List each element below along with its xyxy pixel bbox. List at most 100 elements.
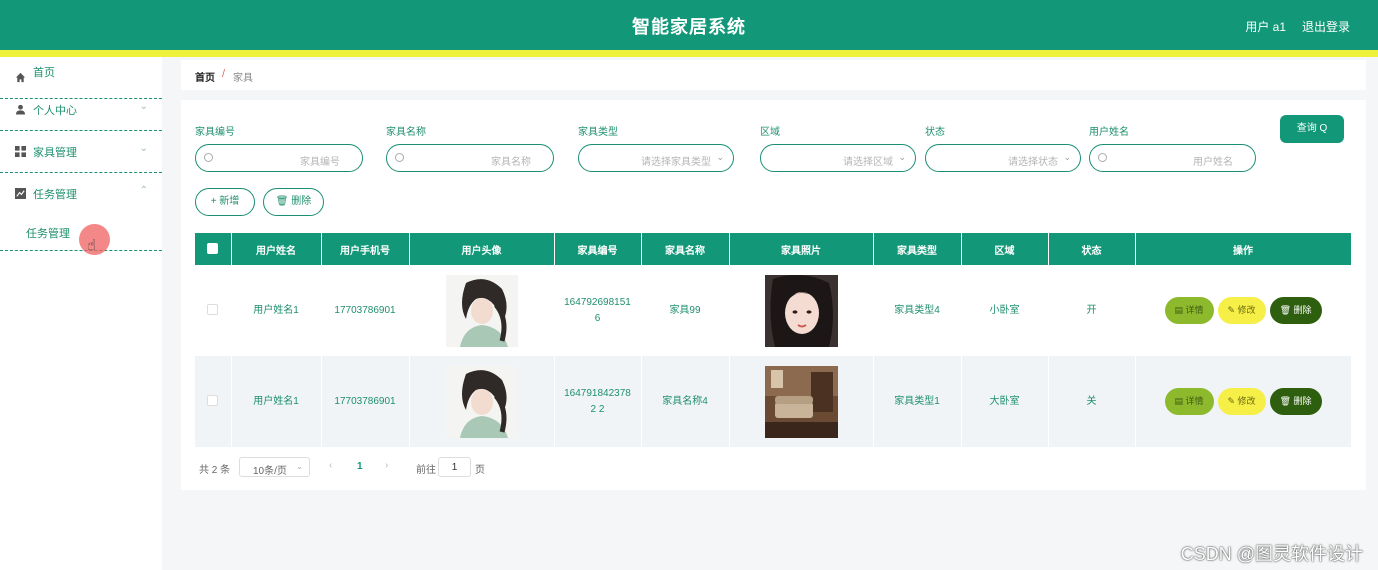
sidebar-item-tasks[interactable]: 任务管理 ⌃ bbox=[0, 173, 162, 215]
batch-delete-button[interactable]: 🗑 删除 bbox=[263, 188, 324, 216]
edit-button[interactable]: ✎ 修改 bbox=[1217, 297, 1266, 324]
status-select[interactable]: 请选择状态 ⌄ bbox=[925, 144, 1081, 172]
sidebar: 首页 个人中心 ⌄ 家具管理 ⌄ 任务管理 ⌃ 任务管理 bbox=[0, 57, 162, 570]
placeholder: 请选择状态 bbox=[1008, 157, 1058, 168]
prev-page-icon[interactable]: ‹ bbox=[329, 460, 332, 471]
edit-button[interactable]: ✎ 修改 bbox=[1217, 388, 1266, 415]
username-search-input[interactable]: 用户姓名 bbox=[1089, 144, 1256, 172]
placeholder: 家具编号 bbox=[300, 157, 340, 168]
filter-label-type: 家具类型 bbox=[578, 127, 618, 138]
query-button[interactable]: 查询 Q bbox=[1280, 115, 1344, 143]
chevron-down-icon: ⌄ bbox=[296, 462, 303, 471]
current-user[interactable]: 用户 a1 bbox=[1245, 18, 1286, 35]
sidebar-item-label: 家具管理 bbox=[33, 147, 77, 159]
total-count: 共 2 条 bbox=[199, 465, 231, 476]
cell-photo bbox=[729, 356, 874, 447]
cell-username: 用户姓名1 bbox=[231, 265, 322, 356]
cell-furniture-type: 家具类型1 bbox=[873, 356, 962, 447]
filter-label-area: 区域 bbox=[760, 127, 780, 138]
column-header[interactable]: 家具类型 bbox=[873, 233, 962, 265]
placeholder: 请选择家具类型 bbox=[641, 157, 711, 168]
home-icon bbox=[15, 72, 26, 83]
goto-page-input[interactable]: 1 bbox=[438, 457, 471, 477]
chevron-down-icon: ⌄ bbox=[716, 152, 724, 162]
name-search-input[interactable]: 家具名称 bbox=[386, 144, 554, 172]
page-unit-label: 页 bbox=[475, 465, 485, 476]
row-checkbox[interactable] bbox=[195, 265, 232, 356]
filter-label-name: 家具名称 bbox=[386, 127, 426, 138]
add-button[interactable]: + 新增 bbox=[195, 188, 255, 216]
furniture-table: 用户姓名 用户手机号 用户头像 家具编号 家具名称 家具照片 家具类型 区域 状… bbox=[195, 233, 1352, 447]
filter-label-code: 家具编号 bbox=[195, 127, 235, 138]
column-header[interactable]: 用户手机号 bbox=[321, 233, 410, 265]
column-header[interactable]: 家具编号 bbox=[554, 233, 642, 265]
row-checkbox[interactable] bbox=[195, 356, 232, 447]
chevron-down-icon: ⌄ bbox=[139, 101, 148, 112]
type-select[interactable]: 请选择家具类型 ⌄ bbox=[578, 144, 734, 172]
column-header[interactable]: 家具名称 bbox=[641, 233, 730, 265]
table-row: 用户姓名1 17703786901 1647926981516 家具99 家具类… bbox=[195, 265, 1352, 356]
detail-button[interactable]: ▤ 详情 bbox=[1164, 297, 1214, 324]
chevron-up-icon: ⌃ bbox=[139, 185, 148, 196]
placeholder: 请选择区域 bbox=[843, 157, 893, 168]
column-header[interactable]: 操作 bbox=[1135, 233, 1352, 265]
user-avatar-image[interactable] bbox=[445, 274, 518, 347]
chevron-down-icon: ⌄ bbox=[139, 143, 148, 154]
chart-icon bbox=[15, 188, 26, 199]
cell-photo bbox=[729, 265, 874, 356]
cell-status: 关 bbox=[1048, 356, 1136, 447]
cell-furniture-type: 家具类型4 bbox=[873, 265, 962, 356]
delete-button[interactable]: 🗑 删除 bbox=[1269, 388, 1322, 415]
cell-phone: 17703786901 bbox=[321, 356, 410, 447]
breadcrumb: 首页 / 家具 bbox=[181, 60, 1366, 90]
table-header-row: 用户姓名 用户手机号 用户头像 家具编号 家具名称 家具照片 家具类型 区域 状… bbox=[195, 233, 1352, 265]
column-header[interactable]: 状态 bbox=[1048, 233, 1136, 265]
breadcrumb-home[interactable]: 首页 bbox=[195, 69, 215, 84]
chevron-down-icon: ⌄ bbox=[898, 152, 906, 162]
column-header[interactable]: 用户姓名 bbox=[231, 233, 322, 265]
sidebar-item-label: 任务管理 bbox=[33, 189, 77, 201]
page-size-value: 10条/页 bbox=[253, 466, 287, 477]
page-size-select[interactable]: 10条/页 ⌄ bbox=[239, 457, 310, 477]
search-icon bbox=[395, 153, 404, 162]
watermark: CSDN @图灵软件设计 bbox=[1180, 544, 1363, 564]
delete-button[interactable]: 🗑 删除 bbox=[1269, 297, 1322, 324]
column-header[interactable]: 家具照片 bbox=[729, 233, 874, 265]
sidebar-item-label: 首页 bbox=[33, 67, 55, 79]
goto-label: 前往 bbox=[416, 465, 436, 476]
area-select[interactable]: 请选择区域 ⌄ bbox=[760, 144, 916, 172]
accent-stripe bbox=[0, 50, 1378, 57]
chevron-down-icon: ⌄ bbox=[1063, 152, 1071, 162]
cell-username: 用户姓名1 bbox=[231, 356, 322, 447]
filter-label-status: 状态 bbox=[925, 127, 945, 138]
breadcrumb-separator: / bbox=[222, 68, 226, 80]
placeholder: 用户姓名 bbox=[1193, 157, 1233, 168]
sidebar-item-furniture[interactable]: 家具管理 ⌄ bbox=[0, 131, 162, 173]
furniture-photo-image[interactable] bbox=[764, 365, 838, 438]
column-header[interactable]: 区域 bbox=[961, 233, 1049, 265]
code-search-input[interactable]: 家具编号 bbox=[195, 144, 363, 172]
furniture-photo-image[interactable] bbox=[764, 274, 838, 347]
grid-icon bbox=[15, 146, 26, 157]
search-icon bbox=[1098, 153, 1107, 162]
cell-actions: ▤ 详情 ✎ 修改 🗑 删除 bbox=[1135, 265, 1352, 356]
placeholder: 家具名称 bbox=[491, 157, 531, 168]
select-all-checkbox[interactable] bbox=[195, 233, 232, 265]
hand-cursor-icon: ☝ bbox=[87, 237, 97, 254]
next-page-icon[interactable]: › bbox=[385, 460, 388, 471]
logout-link[interactable]: 退出登录 bbox=[1302, 18, 1350, 35]
cell-avatar bbox=[409, 265, 555, 356]
column-header[interactable]: 用户头像 bbox=[409, 233, 555, 265]
sidebar-item-profile[interactable]: 个人中心 ⌄ bbox=[0, 89, 162, 131]
page-number[interactable]: 1 bbox=[357, 461, 363, 472]
top-bar: 智能家居系统 用户 a1 退出登录 bbox=[0, 0, 1378, 50]
breadcrumb-current: 家具 bbox=[233, 73, 253, 84]
table-row: 用户姓名1 17703786901 1647918423782 2 家具名称4 bbox=[195, 356, 1352, 447]
sidebar-item-label: 个人中心 bbox=[33, 105, 77, 117]
detail-button[interactable]: ▤ 详情 bbox=[1164, 388, 1214, 415]
user-avatar-image[interactable] bbox=[445, 365, 518, 438]
user-icon bbox=[15, 104, 26, 115]
cell-code: 1647918423782 2 bbox=[554, 356, 642, 447]
cell-area: 小卧室 bbox=[961, 265, 1049, 356]
cell-phone: 17703786901 bbox=[321, 265, 410, 356]
